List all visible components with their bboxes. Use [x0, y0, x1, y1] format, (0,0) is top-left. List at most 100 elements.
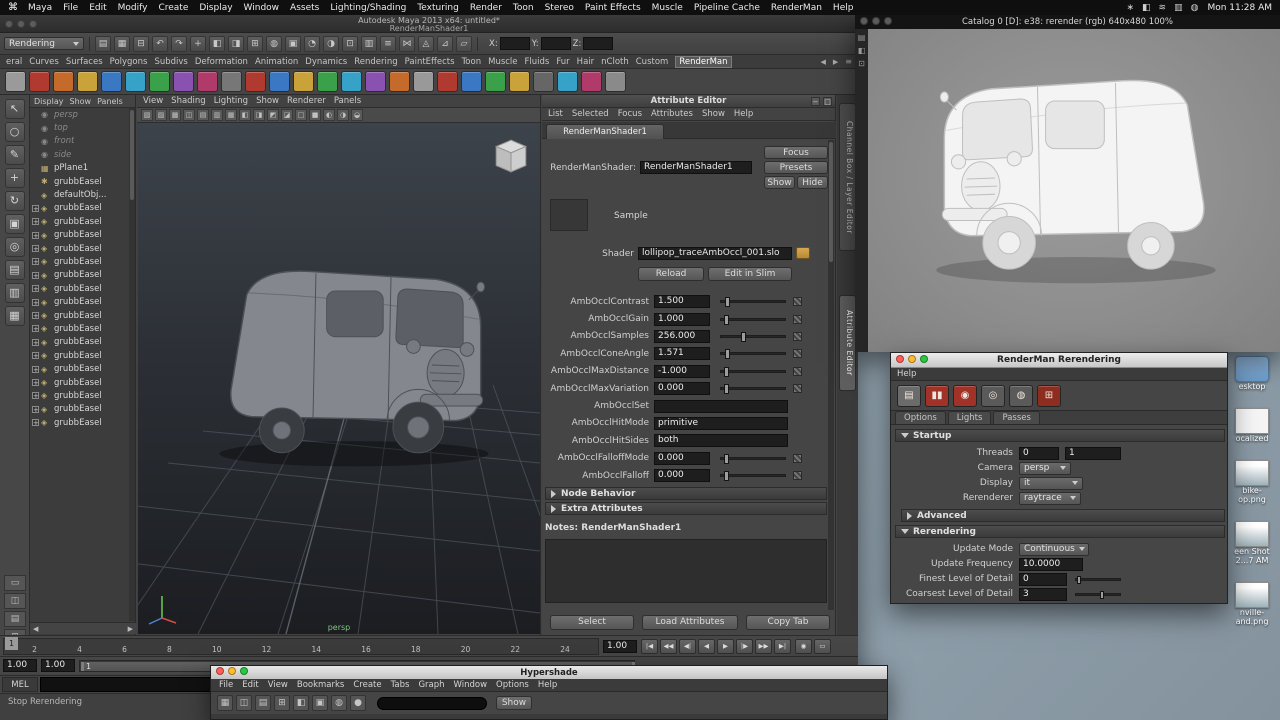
shelf-icon[interactable] — [149, 71, 170, 92]
outliner-item[interactable]: + ◈ grubbEasel — [30, 269, 130, 282]
show-button[interactable]: Show — [764, 176, 795, 189]
axis-input[interactable] — [499, 37, 530, 50]
viewport-toolbar-icon[interactable]: ▥ — [211, 109, 223, 121]
hypershade-tool-icon[interactable]: ⊞ — [274, 695, 290, 711]
tool-icon[interactable]: ▥ — [4, 283, 25, 303]
shelf-icon[interactable] — [341, 71, 362, 92]
viewport-toolbar-icon[interactable]: ◐ — [323, 109, 335, 121]
menubar-item[interactable]: Modify — [118, 3, 148, 13]
expand-icon[interactable]: + — [32, 312, 39, 320]
status-icon[interactable]: ▥ — [1174, 3, 1183, 13]
shelf-tab[interactable]: Polygons — [110, 57, 148, 67]
attribute-slider[interactable] — [720, 331, 786, 342]
update-mode-dropdown[interactable]: Continuous — [1019, 542, 1089, 556]
status-icon[interactable]: ≋ — [1159, 3, 1167, 13]
hypershade-tool-icon[interactable]: ◫ — [236, 695, 252, 711]
toolbar-icon[interactable]: ◬ — [418, 35, 434, 52]
shelf-tab[interactable]: Rendering — [354, 57, 397, 67]
outliner-item[interactable]: ◉ side — [30, 148, 130, 161]
outliner-item[interactable]: + ◈ grubbEasel — [30, 322, 130, 335]
status-icon[interactable]: ∗ — [1126, 3, 1134, 13]
shelf-icon[interactable] — [293, 71, 314, 92]
viewport-toolbar-icon[interactable]: ▩ — [169, 109, 181, 121]
hypershade-menu-item[interactable]: Bookmarks — [297, 680, 345, 690]
desktop-icon[interactable]: ocalized — [1226, 408, 1278, 443]
attribute-slider[interactable] — [720, 471, 786, 482]
slider-handle[interactable] — [723, 384, 729, 395]
attribute-value-field[interactable] — [654, 399, 788, 413]
viewport-canvas[interactable]: persp — [138, 123, 540, 634]
viewport-toolbar-icon[interactable]: ▤ — [197, 109, 209, 121]
attribute-editor-tab[interactable]: Attribute Editor — [839, 295, 856, 391]
shelf-tab[interactable]: Animation — [255, 57, 298, 67]
reload-button[interactable]: Reload — [638, 267, 704, 281]
toolbar-icon[interactable]: ⊡ — [342, 35, 358, 52]
rerenderer-dropdown[interactable]: raytrace — [1019, 491, 1081, 505]
hypershade-menu-item[interactable]: View — [268, 680, 288, 690]
toolbar-icon[interactable]: ⊞ — [247, 35, 263, 52]
shelf-icon[interactable] — [221, 71, 242, 92]
shelf-icon[interactable] — [5, 71, 26, 92]
outliner-item[interactable]: ✱ grubbEasel — [30, 175, 130, 188]
layout-button[interactable]: ◫ — [4, 593, 26, 609]
render-tool-icon[interactable]: ⊡ — [858, 59, 865, 68]
menubar-item[interactable]: Stereo — [545, 3, 574, 13]
update-frequency-field[interactable]: 10.0000 — [1019, 557, 1083, 571]
tool-icon[interactable]: ↻ — [4, 191, 25, 211]
hypershade-tool-icon[interactable]: ◍ — [331, 695, 347, 711]
node-behavior-section[interactable]: Node Behavior — [545, 487, 827, 500]
anim-icon-button[interactable]: ▭ — [814, 638, 831, 654]
menubar-item[interactable]: File — [63, 3, 78, 13]
load-attributes-button[interactable]: Load Attributes — [642, 615, 738, 630]
texture-map-button[interactable] — [793, 349, 802, 359]
menubar-item[interactable]: Create — [158, 3, 188, 13]
coarsest-detail-slider[interactable] — [1075, 590, 1121, 599]
outliner-item[interactable]: ▦ pPlane1 — [30, 162, 130, 175]
attribute-editor-menu-item[interactable]: Show — [702, 109, 725, 119]
outliner-item[interactable]: + ◈ grubbEasel — [30, 403, 130, 416]
attribute-slider[interactable] — [720, 349, 786, 360]
finest-detail-slider[interactable] — [1075, 575, 1121, 584]
extra-attributes-section[interactable]: Extra Attributes — [545, 502, 827, 515]
expand-icon[interactable]: + — [32, 365, 39, 373]
hypershade-menu-item[interactable]: File — [219, 680, 233, 690]
outliner-item[interactable]: + ◈ grubbEasel — [30, 309, 130, 322]
range-start-field[interactable]: 1.00 — [3, 659, 37, 672]
tool-icon[interactable]: ▤ — [4, 260, 25, 280]
shelf-icon[interactable] — [413, 71, 434, 92]
menubar-item[interactable]: Lighting/Shading — [330, 3, 406, 13]
desktop-icon[interactable]: een Shot 2...7 AM — [1226, 521, 1278, 565]
rerender-tab[interactable]: Lights — [947, 411, 992, 424]
render-view-titlebar[interactable]: Catalog 0 [D]: e38: rerender (rgb) 640x4… — [855, 15, 1280, 29]
startup-section[interactable]: Startup — [895, 429, 1225, 442]
menubar-item[interactable]: Help — [833, 3, 854, 13]
menubar-item[interactable]: Muscle — [652, 3, 683, 13]
transport-button[interactable]: ▶ — [717, 638, 734, 654]
van-model[interactable] — [196, 249, 508, 483]
rerendering-section[interactable]: Rerendering — [895, 525, 1225, 538]
rendered-image[interactable] — [868, 29, 1280, 352]
expand-icon[interactable]: + — [32, 379, 39, 387]
shelf-icon[interactable] — [437, 71, 458, 92]
shelf-tab[interactable]: Hair — [577, 57, 594, 67]
copy-tab-button[interactable]: Copy Tab — [746, 615, 830, 630]
attribute-slider[interactable] — [720, 314, 786, 325]
expand-icon[interactable]: + — [32, 258, 39, 266]
finest-detail-field[interactable]: 0 — [1019, 572, 1067, 586]
expand-icon[interactable]: + — [32, 204, 39, 212]
toolbar-icon[interactable]: ◑ — [323, 35, 339, 52]
attribute-value-field[interactable]: primitive — [654, 416, 788, 430]
shelf-icon[interactable] — [53, 71, 74, 92]
sample-swatch[interactable] — [550, 199, 588, 231]
attribute-editor-menu-item[interactable]: Focus — [618, 109, 642, 119]
toolbar-icon[interactable]: ▥ — [361, 35, 377, 52]
hypershade-menu-item[interactable]: Graph — [418, 680, 444, 690]
viewport-toolbar-icon[interactable]: ◪ — [281, 109, 293, 121]
expand-icon[interactable]: + — [32, 338, 39, 346]
toolbar-icon[interactable]: ≡ — [380, 35, 396, 52]
shelf-tab[interactable]: Fluids — [525, 57, 550, 67]
texture-map-button[interactable] — [793, 384, 802, 394]
outliner-item[interactable]: + ◈ grubbEasel — [30, 215, 130, 228]
shelf-tab[interactable]: Fur — [556, 57, 569, 67]
rerender-tab[interactable]: Options — [895, 411, 946, 424]
